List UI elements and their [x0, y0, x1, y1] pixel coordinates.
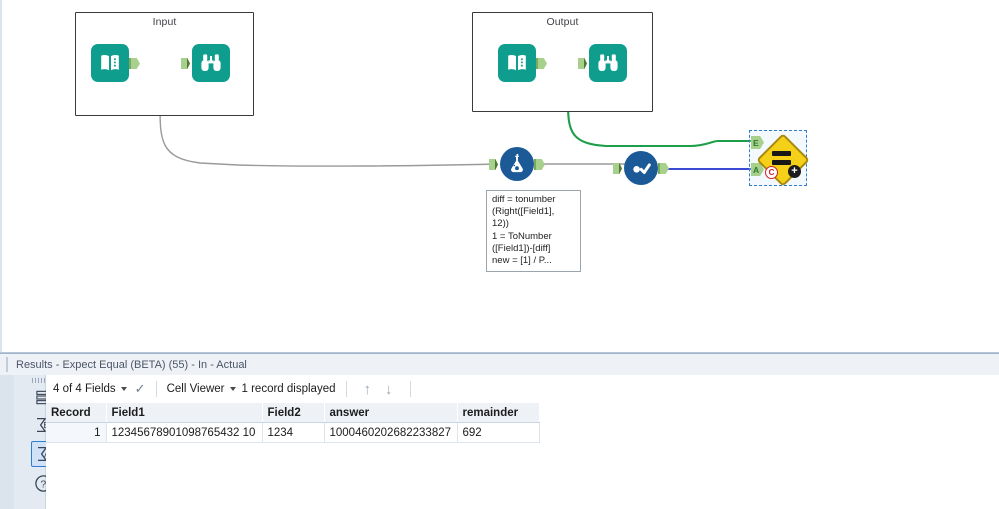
- rail-drag-handle[interactable]: [32, 378, 47, 383]
- select-output-anchor[interactable]: [658, 163, 669, 174]
- results-body: E A ? 4 of 4 F: [0, 375, 999, 509]
- formula-input-anchor[interactable]: [489, 159, 498, 170]
- scroll-down-icon[interactable]: ↓: [385, 382, 393, 397]
- toolbar-separator: [345, 381, 347, 397]
- formula-output-anchor[interactable]: [534, 159, 545, 170]
- fields-selector-label: 4 of 4 Fields: [53, 383, 116, 395]
- results-title-text: Results - Expect Equal (BETA) (55) - In …: [16, 358, 247, 371]
- results-icon-rail[interactable]: E A ?: [14, 375, 57, 509]
- fields-selector[interactable]: 4 of 4 Fields: [53, 383, 133, 395]
- binoculars-icon: [589, 44, 627, 82]
- results-toolbar[interactable]: 4 of 4 Fields ✓ Cell Viewer 1 record dis…: [46, 375, 999, 403]
- select-tool[interactable]: [613, 151, 669, 185]
- flask-icon: [500, 147, 534, 181]
- cell-answer[interactable]: 1000460202682233827: [324, 422, 458, 443]
- results-table[interactable]: Record Field1 Field2 answer remainder 1 …: [46, 403, 540, 443]
- column-header-remainder[interactable]: remainder: [457, 403, 540, 423]
- formula-tool[interactable]: [489, 147, 545, 181]
- results-title-bar[interactable]: Results - Expect Equal (BETA) (55) - In …: [0, 353, 999, 376]
- cell-field2[interactable]: 1234: [262, 422, 325, 443]
- cell-remainder[interactable]: 692: [457, 422, 540, 443]
- expect-equal-error-badge[interactable]: C: [765, 166, 778, 179]
- formula-annotation: diff = tonumber (Right([Field1], 12)) 1 …: [486, 190, 581, 273]
- binoculars-icon: [192, 44, 230, 82]
- output-browse-tool[interactable]: [578, 44, 627, 82]
- chevron-down-icon[interactable]: [120, 387, 127, 391]
- results-left-gutter: [0, 375, 14, 509]
- select-input-anchor[interactable]: [613, 163, 622, 174]
- cell-record[interactable]: 1: [46, 422, 107, 443]
- table-header-row: Record Field1 Field2 answer remainder: [46, 403, 540, 423]
- results-grid[interactable]: Record Field1 Field2 answer remainder 1 …: [46, 403, 999, 509]
- checkmark-icon[interactable]: ✓: [135, 381, 146, 397]
- record-count-label: 1 record displayed: [241, 383, 336, 395]
- expect-equal-actual-label: A: [753, 165, 760, 175]
- scroll-up-icon[interactable]: ↑: [364, 382, 372, 397]
- workflow-canvas[interactable]: Input Output diff = tonumber (Right([Fie…: [0, 0, 999, 353]
- input-browse-tool[interactable]: [181, 44, 230, 82]
- column-header-field1[interactable]: Field1: [106, 403, 263, 423]
- column-header-record[interactable]: Record: [46, 403, 107, 423]
- toolbar-separator: [409, 381, 411, 397]
- toolbar-separator: [155, 381, 157, 397]
- book-icon: [91, 44, 129, 82]
- cell-viewer-selector[interactable]: Cell Viewer: [167, 383, 242, 395]
- container-output-title: Output: [546, 16, 579, 28]
- canvas-left-edge: [0, 0, 2, 352]
- book-icon: [498, 44, 536, 82]
- expect-equal-add-badge[interactable]: +: [788, 165, 801, 178]
- cell-field1[interactable]: 12345678901098765432 10: [106, 422, 263, 443]
- chevron-down-icon[interactable]: [229, 387, 236, 391]
- check-circle-icon: [624, 151, 658, 185]
- column-header-answer[interactable]: answer: [324, 403, 458, 423]
- alteryx-designer-window: Input Output diff = tonumber (Right([Fie…: [0, 0, 999, 509]
- column-header-field2[interactable]: Field2: [262, 403, 325, 423]
- output-book-tool[interactable]: [498, 44, 547, 82]
- results-title-accent: [6, 357, 8, 372]
- input-book-tool[interactable]: [91, 44, 140, 82]
- expect-equal-expected-label: E: [753, 138, 759, 148]
- svg-text:?: ?: [40, 478, 46, 490]
- table-row[interactable]: 1 12345678901098765432 10 1234 100046020…: [46, 422, 540, 443]
- container-input-title: Input: [152, 16, 177, 28]
- cell-viewer-label: Cell Viewer: [166, 383, 225, 395]
- results-pane: Results - Expect Equal (BETA) (55) - In …: [0, 353, 999, 509]
